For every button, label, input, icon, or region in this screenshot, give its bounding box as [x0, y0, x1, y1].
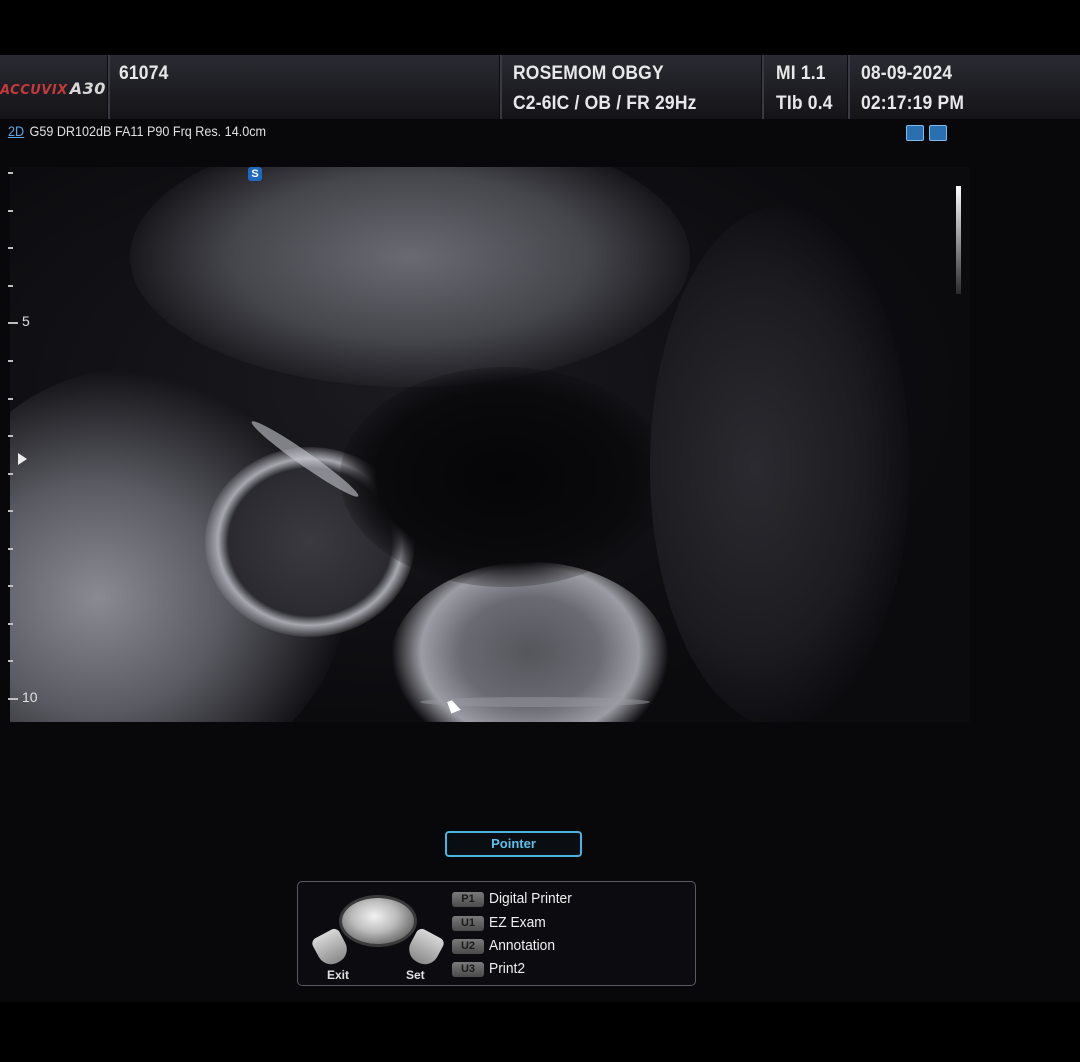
patient-id: 61074: [119, 63, 169, 84]
u3-label: Print2: [489, 960, 526, 977]
parameter-text: G59 DR102dB FA11 P90 Frq Res. 14.0cm: [29, 123, 267, 139]
focus-marker-icon: [18, 453, 27, 465]
trackball-panel: Exit Set P1 Digital Printer U1 EZ Exam U…: [297, 881, 696, 986]
ultrasound-screen: ACCUVIX A30 61074 ROSEMOM OBGY C2-6IC / O…: [0, 55, 1080, 1002]
p1-badge[interactable]: P1: [452, 892, 484, 907]
pointer-button[interactable]: Pointer: [445, 831, 582, 857]
probe-preset: C2-6IC / OB / FR 29Hz: [513, 93, 697, 114]
image-icon: [929, 125, 947, 141]
exit-key[interactable]: [310, 926, 352, 970]
brand-logo: ACCUVIX A30: [0, 79, 106, 98]
depth-label-10: 10: [22, 689, 38, 705]
p1-label: Digital Printer: [489, 890, 572, 907]
u2-badge[interactable]: U2: [452, 939, 484, 954]
u1-badge[interactable]: U1: [452, 916, 484, 931]
exam-time: 02:17:19 PM: [861, 93, 965, 114]
ultrasound-image: [10, 167, 970, 722]
institution-name: ROSEMOM OBGY: [513, 63, 664, 84]
exit-label: Exit: [327, 968, 350, 982]
mode-2d[interactable]: 2D: [8, 123, 24, 139]
header-bar: ACCUVIX A30 61074 ROSEMOM OBGY C2-6IC / O…: [0, 55, 1080, 119]
trackball-icon[interactable]: [342, 898, 414, 944]
index-cell: MI 1.1 TIb 0.4: [762, 55, 850, 119]
depth-label-5: 5: [22, 313, 30, 329]
imaging-parameters: 2D G59 DR102dB FA11 P90 Frq Res. 14.0cm: [8, 123, 266, 139]
mechanical-index: MI 1.1: [776, 63, 826, 84]
datetime-cell: 08-09-2024 02:17:19 PM: [848, 55, 1080, 119]
grayscale-bar: [956, 186, 961, 294]
thermal-index: TIb 0.4: [776, 93, 833, 114]
exam-date: 08-09-2024: [861, 63, 953, 84]
patient-cell: 61074: [108, 55, 502, 119]
scan-orientation-marker: S: [248, 167, 262, 181]
depth-scale: 5 10: [0, 167, 38, 722]
set-label: Set: [406, 968, 425, 982]
harmonic-icon: [906, 125, 924, 141]
u3-badge[interactable]: U3: [452, 962, 484, 977]
u2-label: Annotation: [489, 937, 555, 954]
set-key[interactable]: [404, 926, 446, 970]
u1-label: EZ Exam: [489, 914, 546, 931]
institution-cell: ROSEMOM OBGY C2-6IC / OB / FR 29Hz: [500, 55, 764, 119]
